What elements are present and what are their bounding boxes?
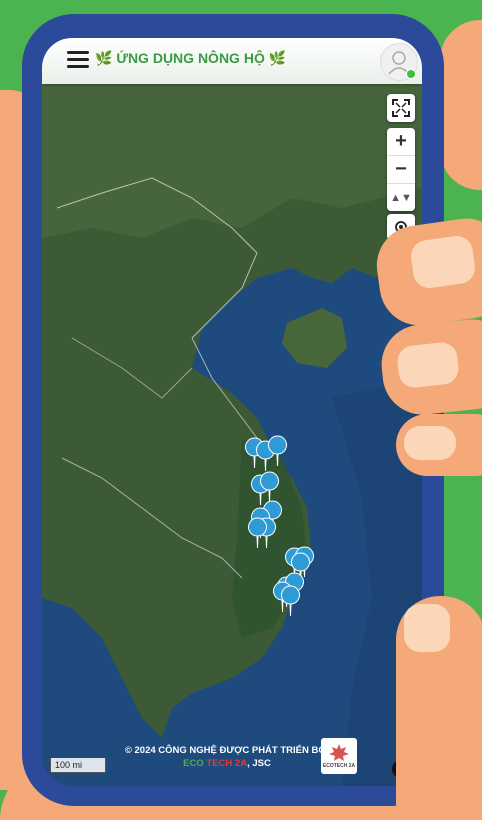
zoom-controls: + − ▲▼ [387, 128, 415, 211]
app-header: 🌿 ỨNG DỤNG NÔNG HỘ 🌿 [42, 38, 422, 84]
map-scale: 100 mi [50, 758, 106, 773]
app-title-text: ỨNG DỤNG NÔNG HỘ [116, 50, 265, 66]
ecotech-logo: ECOTECH 2A [321, 738, 357, 774]
footer-brand: ECO TECH 2A, JSC [102, 757, 352, 770]
brand-tech2a: TECH 2A [206, 758, 248, 769]
leaf-icon: 🌿 [95, 50, 113, 66]
zoom-in-button[interactable]: + [387, 128, 415, 156]
zoom-out-button[interactable]: − [387, 156, 415, 184]
fullscreen-button[interactable] [387, 94, 415, 122]
online-status-dot [406, 69, 416, 79]
thumbnail [404, 604, 450, 652]
hamburger-menu-icon[interactable] [67, 48, 89, 68]
logo-text: ECOTECH 2A [322, 763, 356, 769]
fingernail-2 [395, 340, 461, 390]
hand-top-right-background [440, 20, 482, 190]
fingernail-1 [408, 233, 478, 291]
fullscreen-icon [392, 99, 410, 117]
satellite-map[interactable] [42, 38, 422, 786]
leaf-icon: 🌿 [268, 50, 287, 66]
brand-suffix: , JSC [247, 758, 271, 769]
user-avatar-icon[interactable] [380, 43, 418, 81]
app-screen: 🌿 ỨNG DỤNG NÔNG HỘ 🌿 + − ▲▼ 100 mi © 202… [42, 38, 422, 786]
brand-eco: ECO [183, 758, 204, 769]
footer-line1: © 2024 CÔNG NGHỆ ĐƯỢC PHÁT TRIỂN BỞI [124, 745, 330, 756]
compass-button[interactable]: ▲▼ [387, 184, 415, 211]
fingernail-3 [404, 426, 456, 460]
maple-leaf-logo-icon [329, 744, 349, 761]
app-title: 🌿 ỨNG DỤNG NÔNG HỘ 🌿 [95, 50, 286, 67]
footer-credit: © 2024 CÔNG NGHỆ ĐƯỢC PHÁT TRIỂN BỞI ECO… [102, 744, 352, 770]
